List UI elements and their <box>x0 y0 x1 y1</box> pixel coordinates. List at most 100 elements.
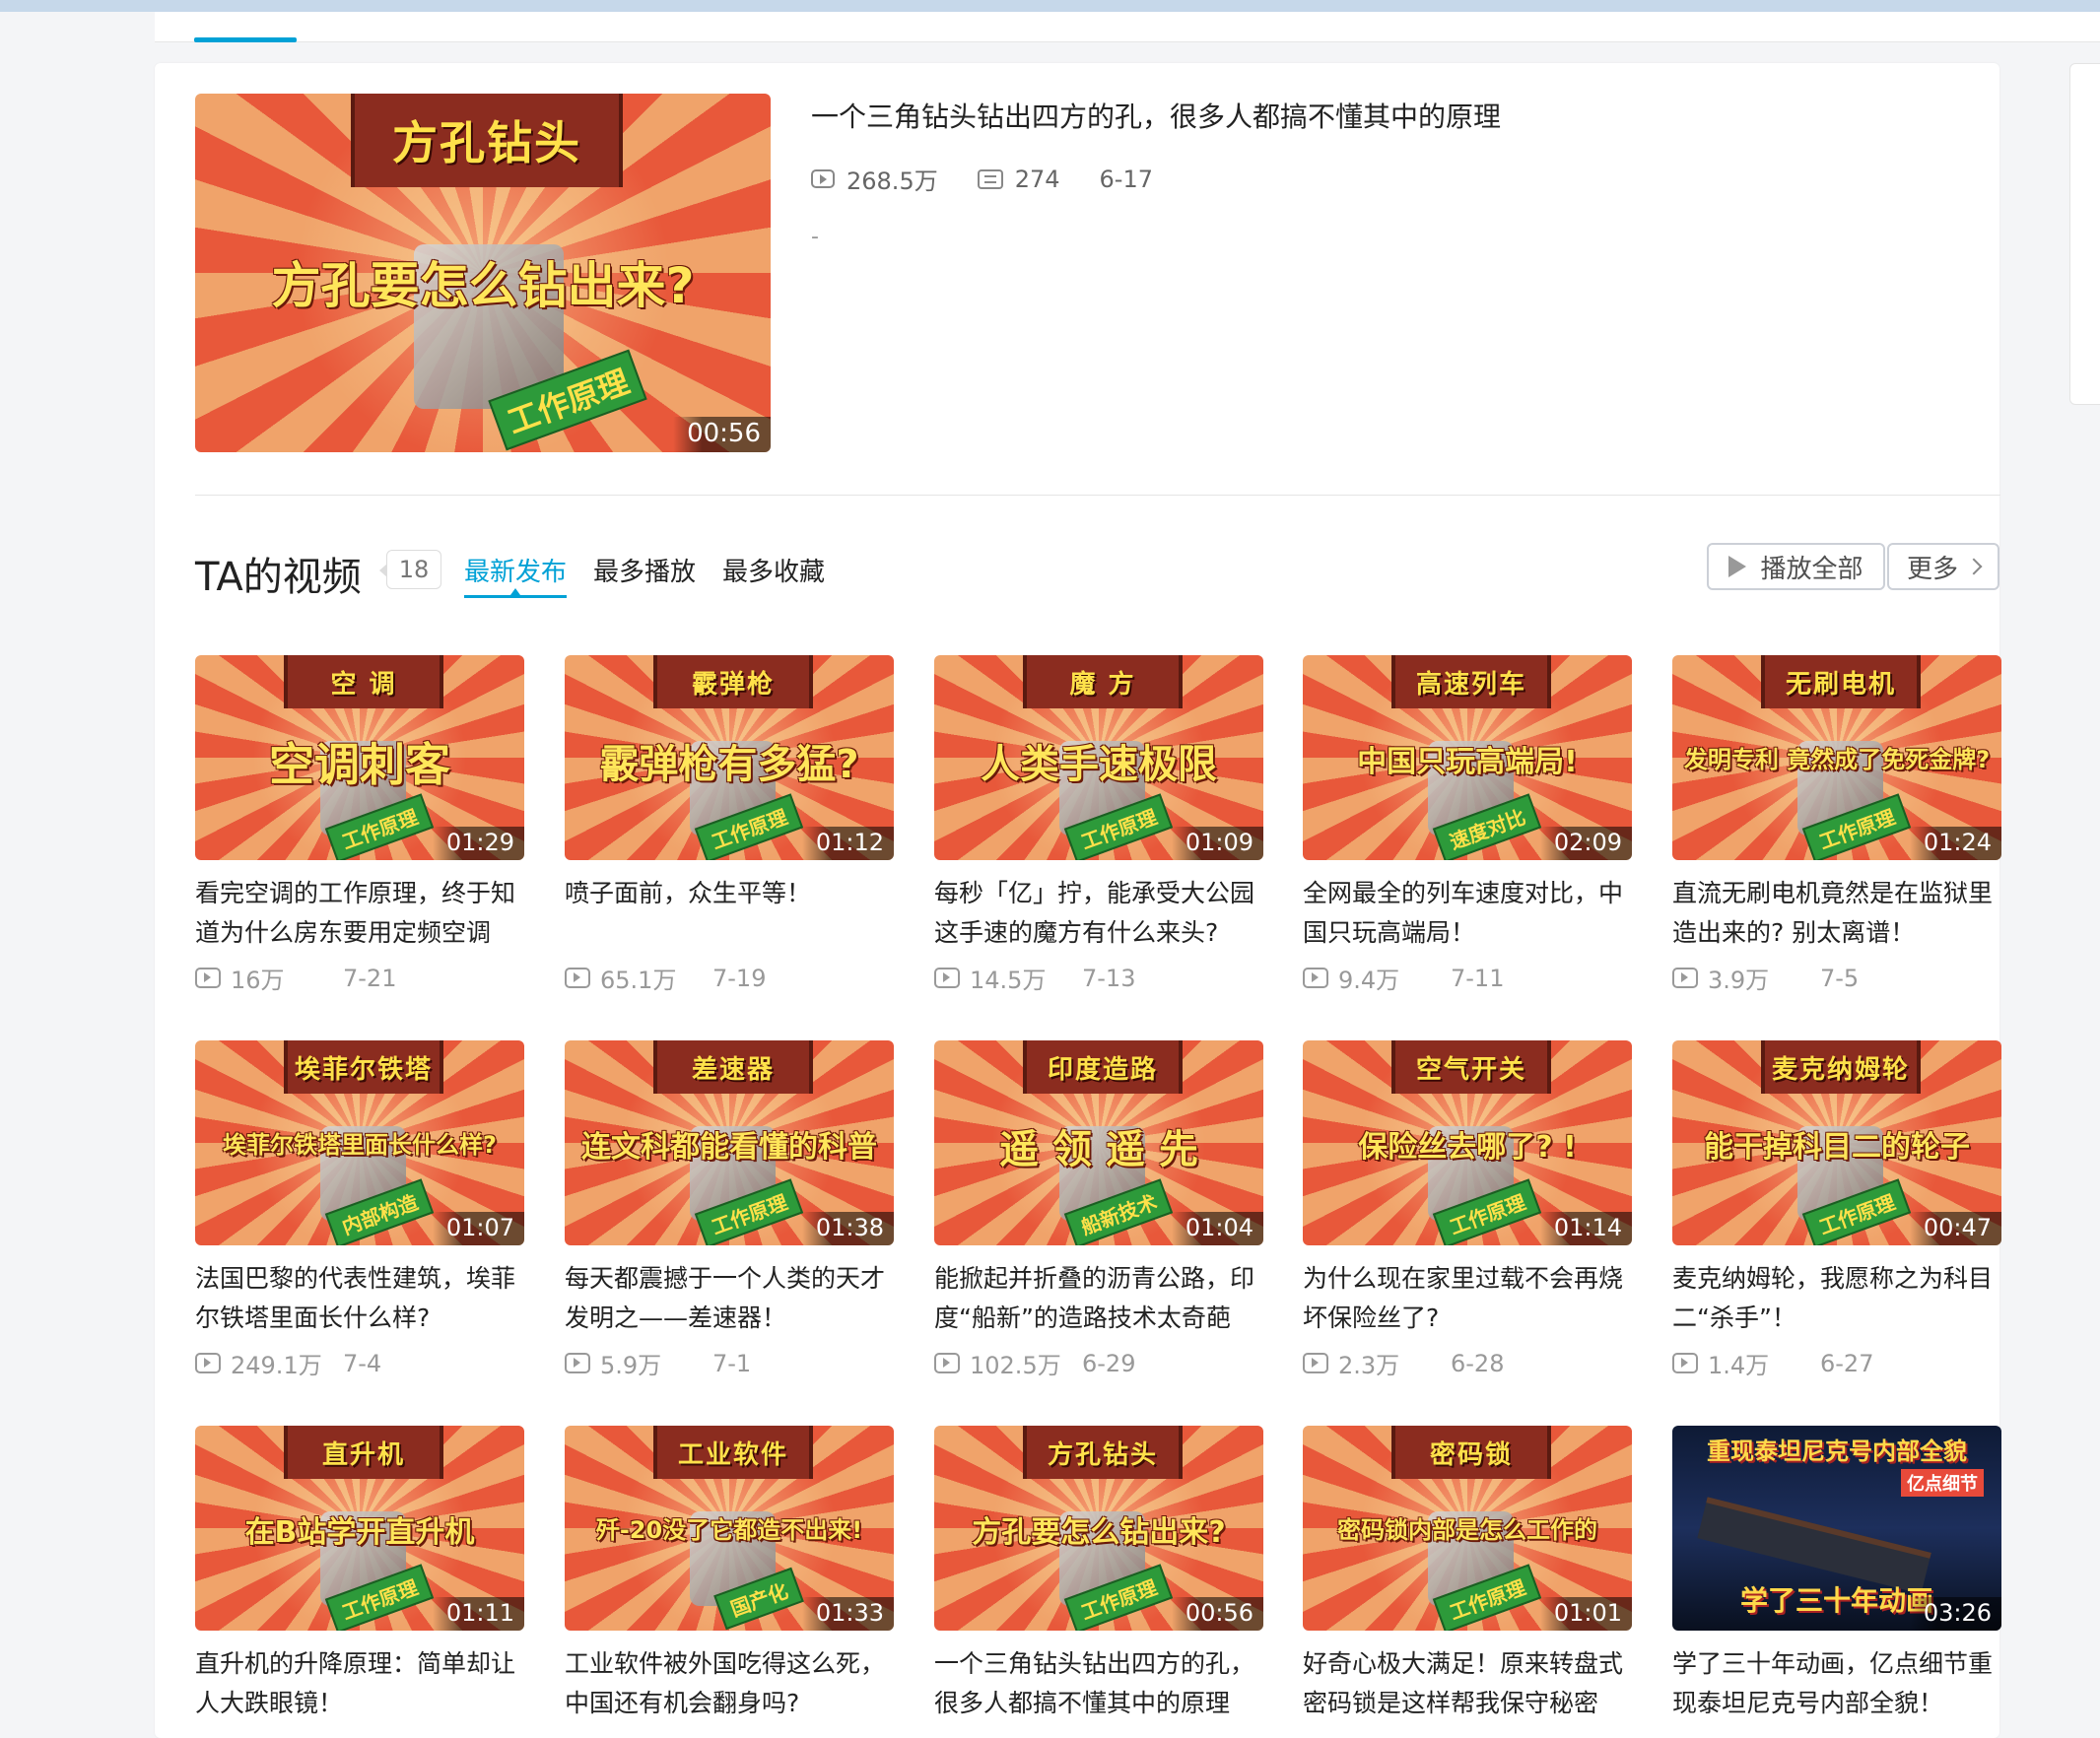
video-title[interactable]: 每天都震撼于一个人类的天才发明之——差速器！ <box>565 1259 900 1338</box>
danmaku-count-value: 274 <box>1014 165 1060 193</box>
play-count-value: 16万 <box>231 967 285 994</box>
thumbnail-main-text: 埃菲尔铁塔里面长什么样? <box>223 1131 497 1159</box>
video-title[interactable]: 一个三角钻头钻出四方的孔，很多人都搞不懂其中的原理 <box>934 1644 1269 1723</box>
play-count: 249.1万 <box>195 1346 343 1380</box>
play-count-value: 268.5万 <box>847 167 938 195</box>
featured-video-title[interactable]: 一个三角钻头钻出四方的孔，很多人都搞不懂其中的原理 <box>811 96 1501 135</box>
thumbnail-top-text: 直升机 <box>321 1439 405 1470</box>
thumbnail-top-banner: 空 调 <box>284 655 443 709</box>
thumbnail-top-text: 密码锁 <box>1429 1439 1513 1470</box>
video-thumbnail[interactable]: 重现泰坦尼克号内部全貌 亿点细节 学了三十年动画 03:26 <box>1672 1426 2001 1631</box>
video-thumbnail[interactable]: 差速器 连文科都能看懂的科普 工作原理 01:38 <box>565 1040 894 1245</box>
play-count-icon <box>1672 968 1698 988</box>
video-thumbnail[interactable]: 空气开关 保险丝去哪了? ! 工作原理 01:14 <box>1303 1040 1632 1245</box>
video-thumbnail[interactable]: 直升机 在B站学开直升机 工作原理 01:11 <box>195 1426 524 1631</box>
thumbnail-top-text: 高速列车 <box>1415 669 1526 700</box>
publish-date: 7-4 <box>343 1349 382 1377</box>
video-title[interactable]: 麦克纳姆轮，我愿称之为科目二“杀手”！ <box>1672 1259 2007 1338</box>
video-duration: 00:47 <box>1909 1212 2001 1245</box>
video-title[interactable]: 每秒「亿」拧，能承受大公园这手速的魔方有什么来头? <box>934 874 1269 953</box>
video-duration: 01:24 <box>1909 827 2001 860</box>
tab-latest-label: 最新发布 <box>464 558 568 587</box>
play-count-icon <box>1672 1353 1698 1373</box>
thumbnail-main-text: 霰弹枪有多猛? <box>599 742 859 787</box>
publish-date: 7-1 <box>712 1349 752 1377</box>
video-meta: 9.4万 7-11 <box>1303 961 1504 995</box>
publish-date: 6-28 <box>1451 1349 1505 1377</box>
video-duration: 01:09 <box>1171 827 1263 860</box>
video-thumbnail[interactable]: 密码锁 密码锁内部是怎么工作的 工作原理 01:01 <box>1303 1426 1632 1631</box>
thumbnail-top-text: 重现泰坦尼克号内部全貌 <box>1707 1437 1967 1465</box>
video-title[interactable]: 直流无刷电机竟然是在监狱里造出来的? 别太离谱！ <box>1672 874 2007 953</box>
video-thumbnail[interactable]: 魔 方人类手速极限 工作原理 01:09 <box>934 655 1263 860</box>
video-title[interactable]: 好奇心极大满足！原来转盘式密码锁是这样帮我保守秘密 <box>1303 1644 1638 1723</box>
video-duration: 01:07 <box>432 1212 524 1245</box>
more-label: 更多 <box>1906 554 1958 584</box>
play-all-button[interactable]: 播放全部 <box>1707 543 1885 590</box>
video-title[interactable]: 喷子面前，众生平等！ <box>565 874 900 953</box>
video-thumbnail[interactable]: 空 调空调刺客 工作原理 01:29 <box>195 655 524 860</box>
danmaku-count: 274 <box>977 165 1060 193</box>
play-icon <box>1728 556 1747 577</box>
play-all-label: 播放全部 <box>1760 554 1863 584</box>
video-duration: 03:26 <box>1909 1597 2001 1631</box>
video-title[interactable]: 全网最全的列车速度对比，中国只玩高端局！ <box>1303 874 1638 953</box>
thumbnail-top-banner: 差速器 <box>653 1040 813 1095</box>
video-thumbnail[interactable]: 印度造路遥 领 遥 先船新技术 01:04 <box>934 1040 1263 1245</box>
publish-date: 7-13 <box>1082 964 1136 992</box>
play-count-value: 1.4万 <box>1708 1352 1770 1379</box>
video-title[interactable]: 法国巴黎的代表性建筑，埃菲尔铁塔里面长什么样? <box>195 1259 530 1338</box>
play-count: 14.5万 <box>934 961 1082 995</box>
publish-date: 7-19 <box>712 964 767 992</box>
play-count-value: 9.4万 <box>1338 967 1400 994</box>
video-thumbnail[interactable]: 无刷电机 发明专利 竟然成了免死金牌? 工作原理 01:24 <box>1672 655 2001 860</box>
thumbnail-top-text: 埃菲尔铁塔 <box>294 1054 433 1085</box>
thumbnail-top-text: 空 调 <box>330 669 397 700</box>
video-meta: 102.5万 6-29 <box>934 1346 1135 1380</box>
video-thumbnail[interactable]: 工业软件 歼-20没了它都造不出来! 国产化 01:33 <box>565 1426 894 1631</box>
play-count: 65.1万 <box>565 961 712 995</box>
publish-date: 7-5 <box>1820 964 1860 992</box>
video-count-badge: 18 <box>379 550 441 589</box>
video-thumbnail[interactable]: 麦克纳姆轮 能干掉科目二的轮子 工作原理 00:47 <box>1672 1040 2001 1245</box>
play-count: 9.4万 <box>1303 961 1451 995</box>
video-thumbnail[interactable]: 霰弹枪 霰弹枪有多猛? 工作原理 01:12 <box>565 655 894 860</box>
thumbnail-main-text: 发明专利 竟然成了免死金牌? <box>1683 746 1991 773</box>
tab-most-favorited[interactable]: 最多收藏 <box>722 552 825 588</box>
video-title[interactable]: 为什么现在家里过载不会再烧坏保险丝了? <box>1303 1259 1638 1338</box>
section-divider <box>195 495 2000 496</box>
publish-date: 7-21 <box>343 964 397 992</box>
thumbnail-top-banner: 密码锁 <box>1391 1426 1551 1480</box>
video-title[interactable]: 学了三十年动画，亿点细节重现泰坦尼克号内部全貌！ <box>1672 1644 2007 1723</box>
video-title[interactable]: 能掀起并折叠的沥青公路，印度“船新”的造路技术太奇葩 <box>934 1259 1269 1338</box>
featured-video-description: - <box>811 225 819 249</box>
video-thumbnail[interactable]: 方孔钻头 方孔要怎么钻出来? 工作原理 00:56 <box>934 1426 1263 1631</box>
thumbnail-top-banner: 高速列车 <box>1391 655 1551 709</box>
thumbnail-top-text: 差速器 <box>691 1054 775 1085</box>
play-count-icon <box>1303 968 1328 988</box>
video-title[interactable]: 工业软件被外国吃得这么死，中国还有机会翻身吗? <box>565 1644 900 1723</box>
thumbnail-top-text: 无刷电机 <box>1785 669 1896 700</box>
publish-date: 6-27 <box>1820 1349 1874 1377</box>
thumbnail-main-text: 中国只玩高端局! <box>1357 745 1578 779</box>
video-title[interactable]: 看完空调的工作原理，终于知道为什么房东要用定频空调 <box>195 874 530 953</box>
video-thumbnail[interactable]: 高速列车 中国只玩高端局! 速度对比 02:09 <box>1303 655 1632 860</box>
thumbnail-main-text: 连文科都能看懂的科普 <box>581 1130 877 1165</box>
video-meta: 16万 7-21 <box>195 961 396 995</box>
play-count-icon <box>195 1353 221 1373</box>
video-duration: 01:29 <box>432 827 524 860</box>
video-meta: 3.9万 7-5 <box>1672 961 1859 995</box>
video-meta: 65.1万 7-19 <box>565 961 766 995</box>
tab-latest[interactable]: 最新发布 <box>464 552 568 598</box>
play-count-icon <box>934 968 960 988</box>
thumbnail-top-banner: 麦克纳姆轮 <box>1761 1040 1921 1095</box>
more-button[interactable]: 更多 <box>1887 543 1999 590</box>
section-title: TA的视频 <box>195 555 362 600</box>
featured-video-thumbnail[interactable]: 方孔钻头 方孔要怎么钻出来? 工作原理 00:56 <box>195 94 771 452</box>
video-thumbnail[interactable]: 埃菲尔铁塔 埃菲尔铁塔里面长什么样? 内部构造 01:07 <box>195 1040 524 1245</box>
play-count-value: 5.9万 <box>600 1352 662 1379</box>
video-title[interactable]: 直升机的升降原理：简单却让人大跌眼镜！ <box>195 1644 530 1723</box>
thumbnail-top-banner: 印度造路 <box>1023 1040 1183 1095</box>
video-duration: 01:12 <box>801 827 894 860</box>
tab-most-played[interactable]: 最多播放 <box>593 552 696 588</box>
